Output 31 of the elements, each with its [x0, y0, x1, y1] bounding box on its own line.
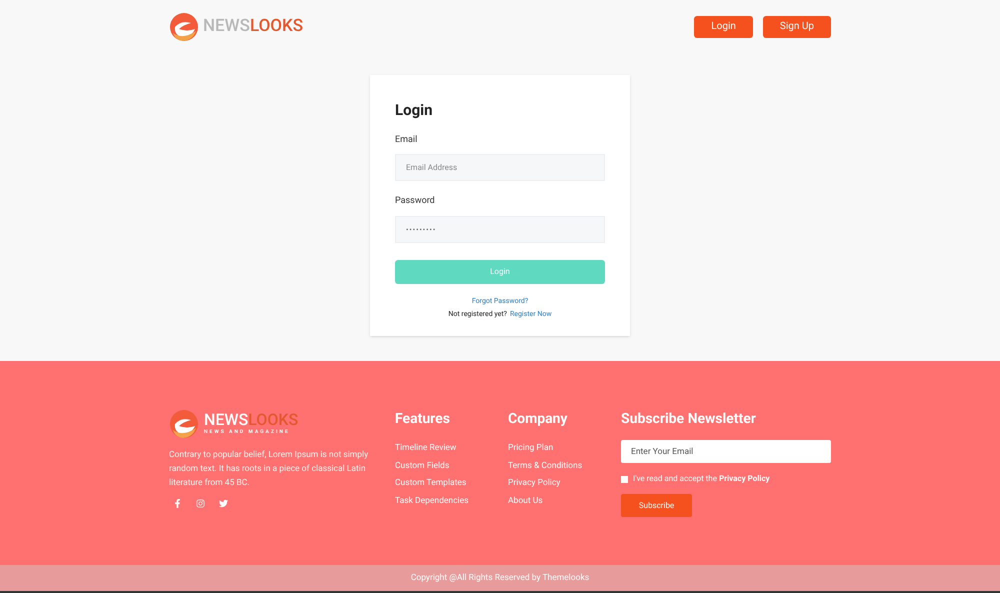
- newsletter-title: Subscribe Newsletter: [621, 410, 757, 429]
- footer-link[interactable]: Custom Templates: [395, 475, 508, 492]
- column-title: Features: [395, 410, 451, 429]
- signup-button[interactable]: Sign Up: [762, 16, 831, 38]
- email-field[interactable]: Email Address: [395, 154, 605, 181]
- field-label: Password: [395, 195, 436, 208]
- consent-text: I've read and accept the Privacy Policy: [633, 473, 770, 485]
- about-text: Contrary to popular belief, Lorem Ipsum is not simply random text. It has roots in a piece of classical Latin literature from 45 BC.: [169, 449, 370, 490]
- login-button[interactable]: Login: [694, 16, 753, 38]
- submit-button[interactable]: Login: [395, 260, 605, 284]
- logo-text: NEWSLOOKS: [203, 14, 304, 38]
- footer-link[interactable]: Pricing Plan: [508, 440, 621, 458]
- subscribe-button[interactable]: Subscribe: [621, 494, 692, 517]
- logo-icon: [169, 12, 199, 42]
- footer-link[interactable]: Privacy Policy: [508, 475, 621, 492]
- field-label: Email: [395, 134, 418, 146]
- footer-link[interactable]: Custom Fields: [395, 458, 508, 475]
- footer-link[interactable]: About Us: [508, 492, 621, 510]
- copyright-text: Copyright @All Rights Reserved by Themelooks: [410, 572, 590, 584]
- logo-text: NEWSLOOKS: [204, 411, 298, 430]
- login-title: Login: [395, 100, 434, 121]
- column-title: Company: [508, 410, 568, 429]
- newsletter-email-field[interactable]: Enter Your Email: [621, 440, 831, 463]
- footer-link[interactable]: Terms & Conditions: [508, 458, 621, 475]
- footer-link[interactable]: Task Dependencies: [395, 492, 508, 510]
- logo-icon: [169, 409, 199, 439]
- consent-checkbox[interactable]: [621, 476, 628, 482]
- twitter-icon[interactable]: [219, 499, 228, 508]
- facebook-icon[interactable]: [173, 499, 182, 508]
- instagram-icon[interactable]: [196, 499, 205, 508]
- footer-link[interactable]: Timeline Review: [395, 440, 508, 458]
